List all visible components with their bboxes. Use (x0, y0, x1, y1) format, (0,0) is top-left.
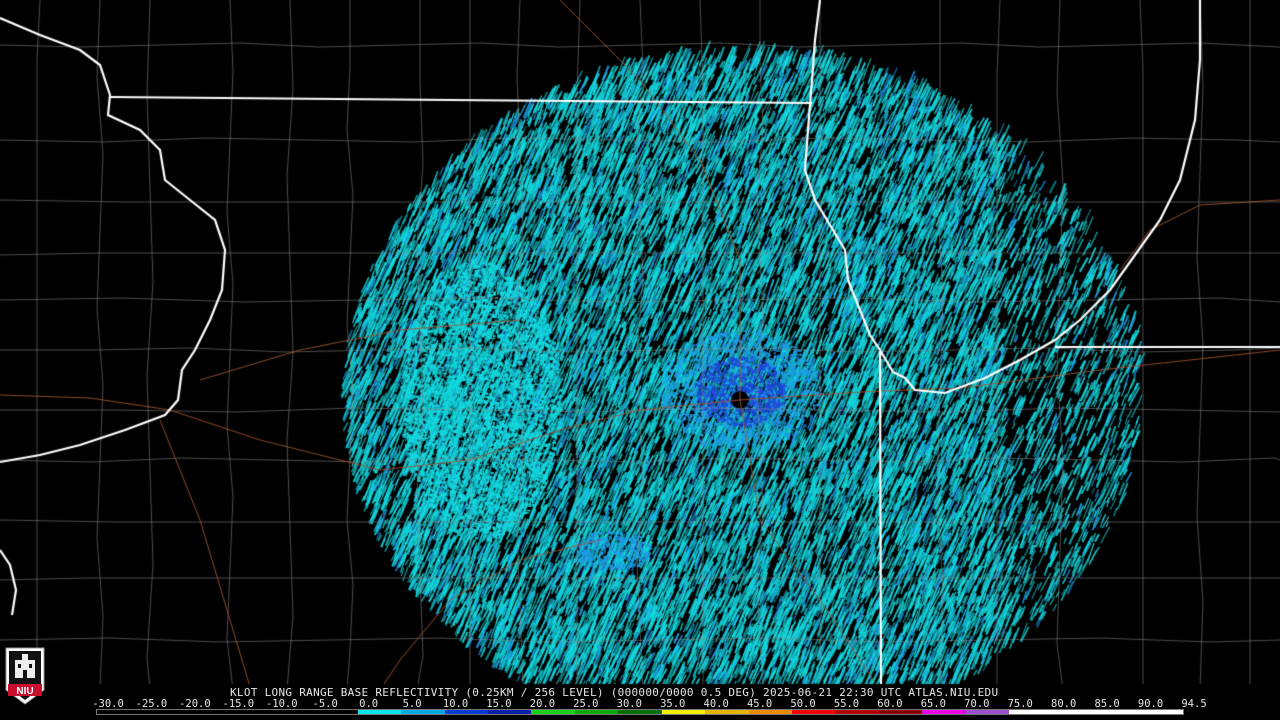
colorbar-segment (618, 710, 662, 714)
colorbar-segment (1096, 710, 1140, 714)
colorbar-segment (401, 710, 445, 714)
colorbar-segment (227, 710, 271, 714)
colorbar-segment (705, 710, 749, 714)
colorbar-segment (314, 710, 358, 714)
niu-logo-icon: NIU (5, 647, 45, 705)
colorbar-segment (487, 710, 532, 714)
colorbar-segment (357, 710, 402, 714)
colorbar-segment (444, 710, 488, 714)
colorbar-segment (878, 710, 923, 714)
colorbar-segment (140, 710, 184, 714)
colorbar-segment (835, 710, 879, 714)
colorbar-segment (183, 710, 228, 714)
legend-tick: 94.5 (1181, 698, 1207, 710)
colorbar-segment (1009, 710, 1053, 714)
colorbar-segment (792, 710, 836, 714)
colorbar-segment (748, 710, 792, 714)
reflectivity-colorbar (96, 709, 1184, 715)
logo-text: NIU (16, 686, 33, 697)
colorbar-segment (922, 710, 966, 714)
colorbar-segment (1052, 710, 1097, 714)
colorbar-segment (97, 710, 141, 714)
radar-map[interactable] (0, 0, 1280, 720)
colorbar-segment (661, 710, 706, 714)
colorbar-segment (270, 710, 315, 714)
colorbar-segment (1139, 710, 1183, 714)
colorbar-segment (965, 710, 1010, 714)
colorbar-segment (574, 710, 619, 714)
niu-logo: NIU (4, 646, 46, 706)
colorbar-segment (531, 710, 575, 714)
